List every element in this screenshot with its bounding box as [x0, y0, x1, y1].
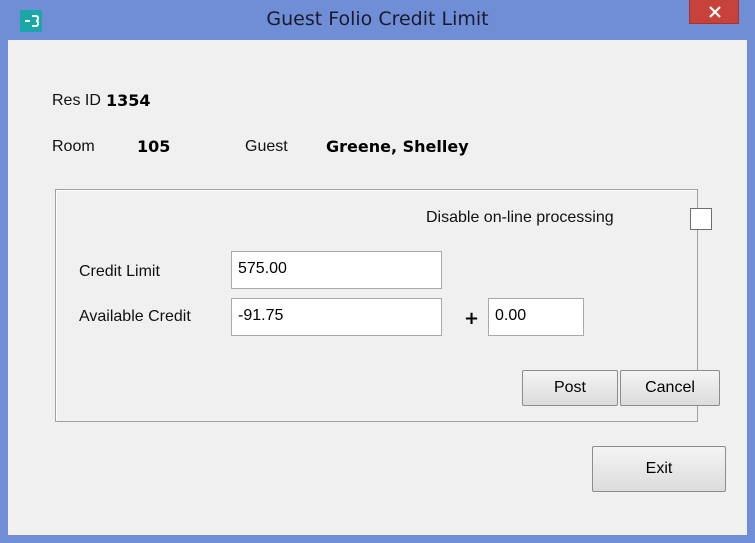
room-label: Room	[52, 138, 95, 155]
available-credit-input[interactable]: -91.75	[231, 298, 442, 336]
room-value: 105	[137, 137, 171, 156]
post-button[interactable]: Post	[522, 370, 618, 406]
close-button[interactable]	[689, 0, 739, 24]
res-id-label: Res ID	[52, 92, 101, 109]
close-icon	[709, 6, 721, 18]
res-id-value: 1354	[106, 91, 151, 110]
credit-group-box: Disable on-line processing Credit Limit …	[55, 189, 720, 422]
exit-button[interactable]: Exit	[592, 446, 726, 492]
window-title: Guest Folio Credit Limit	[266, 8, 489, 30]
disable-online-processing-label: Disable on-line processing	[426, 209, 614, 226]
dialog-window: Guest Folio Credit Limit Res ID 1354 Roo…	[0, 0, 755, 543]
guest-value: Greene, Shelley	[326, 137, 469, 156]
additional-credit-input[interactable]: 0.00	[488, 298, 584, 336]
credit-limit-label: Credit Limit	[79, 263, 160, 280]
title-bar[interactable]: Guest Folio Credit Limit	[0, 0, 755, 40]
available-credit-label: Available Credit	[79, 308, 191, 325]
cancel-button[interactable]: Cancel	[620, 370, 720, 406]
credit-limit-input[interactable]: 575.00	[231, 251, 442, 289]
dialog-body: Res ID 1354 Room 105 Guest Greene, Shell…	[8, 40, 747, 535]
disable-online-processing-checkbox[interactable]	[690, 208, 712, 230]
guest-label: Guest	[245, 138, 288, 155]
plus-sign: +	[464, 308, 480, 329]
